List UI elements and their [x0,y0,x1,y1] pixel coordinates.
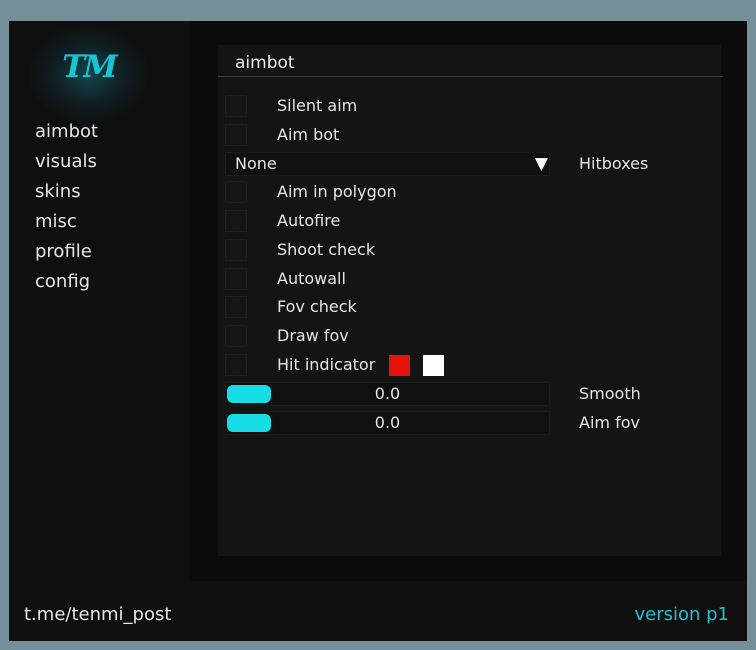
draw-fov-label: Draw fov [277,326,349,345]
sidebar-item-misc[interactable]: misc [35,207,98,237]
sidebar-item-skins[interactable]: skins [35,177,98,207]
aim-fov-slider[interactable]: 0.0 [225,411,550,435]
aim-in-polygon-label: Aim in polygon [277,182,397,201]
smooth-slider-value: 0.0 [374,384,401,403]
hitboxes-label: Hitboxes [579,154,649,173]
draw-fov-checkbox[interactable] [225,325,247,347]
content-area: aimbot Silent aim Aim bot None ▼ Hitboxe… [189,21,747,581]
panel-title: aimbot [235,53,295,73]
aim-in-polygon-checkbox[interactable] [225,181,247,203]
logo: TM [62,49,117,85]
silent-aim-label: Silent aim [277,96,358,115]
sidebar-item-visuals[interactable]: visuals [35,147,98,177]
cheat-menu-window: TM aimbot visuals skins misc profile con… [9,21,747,641]
sidebar-item-aimbot[interactable]: aimbot [35,117,98,147]
aim-bot-label: Aim bot [277,125,340,144]
dropdown-arrow-icon: ▼ [534,154,548,174]
hitboxes-selected-value: None [235,154,277,173]
sidebar-item-profile[interactable]: profile [35,237,98,267]
aim-bot-checkbox[interactable] [225,124,247,146]
smooth-label: Smooth [579,384,641,403]
footer: t.me/tenmi_post version p1 [9,581,747,641]
hit-indicator-color-swatch-primary[interactable] [389,355,410,376]
aim-fov-label: Aim fov [579,413,640,432]
shoot-check-checkbox[interactable] [225,239,247,261]
version-label: version p1 [634,604,729,625]
shoot-check-label: Shoot check [277,240,376,259]
aim-fov-slider-value: 0.0 [374,413,401,432]
smooth-slider[interactable]: 0.0 [225,382,550,406]
autowall-label: Autowall [277,269,346,288]
hitboxes-dropdown[interactable]: None ▼ [225,152,550,176]
aimbot-panel: aimbot Silent aim Aim bot None ▼ Hitboxe… [218,45,723,556]
sidebar-item-config[interactable]: config [35,267,98,297]
autofire-label: Autofire [277,211,341,230]
fov-check-label: Fov check [277,297,357,316]
fov-check-checkbox[interactable] [225,296,247,318]
sidebar: TM aimbot visuals skins misc profile con… [9,21,189,581]
hit-indicator-color-swatch-secondary[interactable] [423,355,444,376]
silent-aim-checkbox[interactable] [225,95,247,117]
sidebar-nav: aimbot visuals skins misc profile config [35,117,98,297]
hit-indicator-label: Hit indicator [277,355,376,374]
autowall-checkbox[interactable] [225,268,247,290]
hit-indicator-checkbox[interactable] [225,354,247,376]
telegram-link[interactable]: t.me/tenmi_post [24,604,171,625]
autofire-checkbox[interactable] [225,210,247,232]
panel-divider [218,76,723,77]
